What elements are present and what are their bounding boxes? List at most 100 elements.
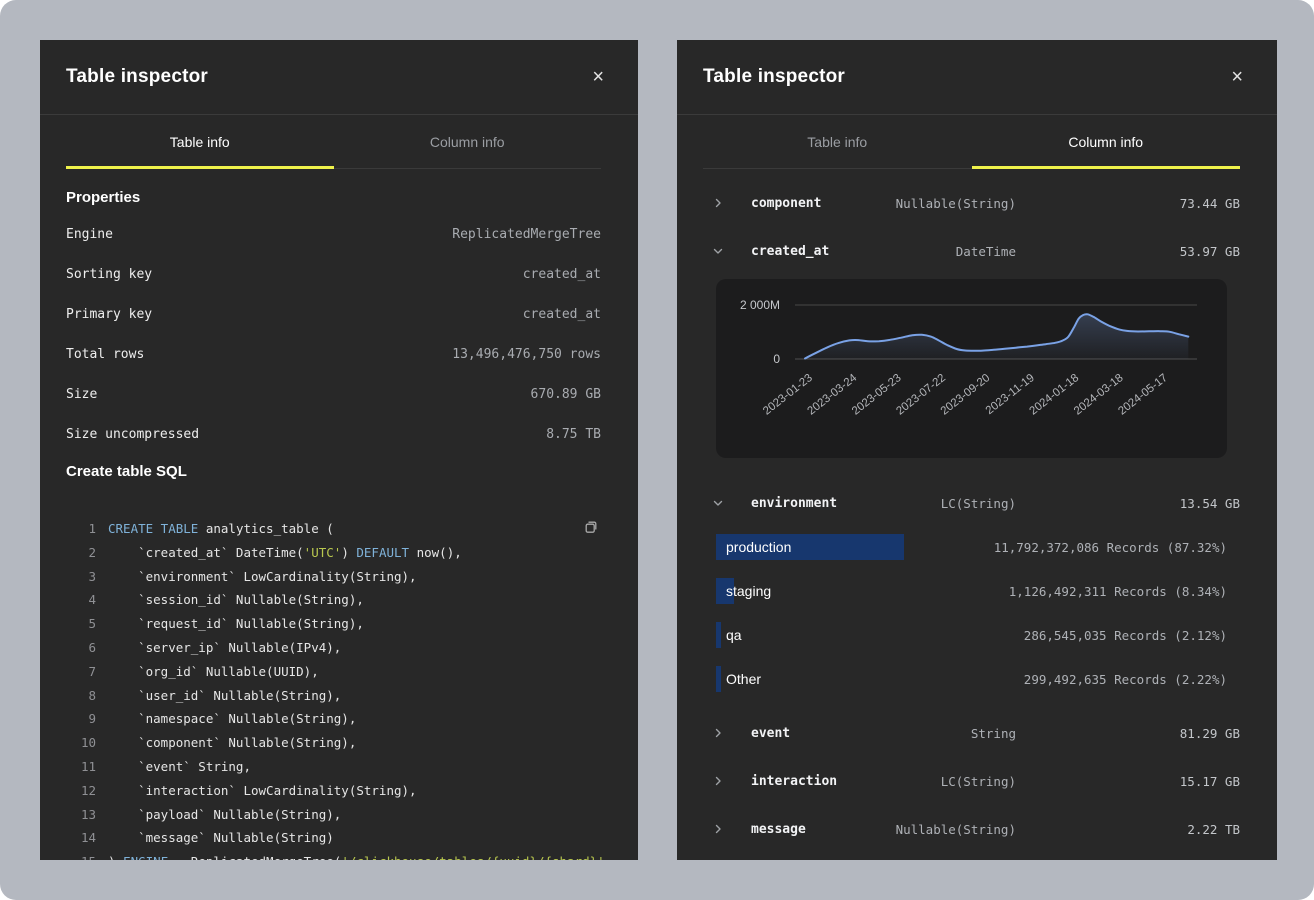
svg-text:0: 0 <box>773 352 780 366</box>
line-number: 9 <box>66 707 96 731</box>
tab-table-info[interactable]: Table info <box>66 115 334 168</box>
column-type: DateTime <box>956 244 1016 259</box>
create-table-sql-heading: Create table SQL <box>66 462 601 482</box>
code-text: `org_id` Nullable(UUID), <box>108 660 319 684</box>
column-name: created_at <box>751 244 956 259</box>
code-text: `namespace` Nullable(String), <box>108 707 356 731</box>
sql-code-line: 13 `payload` Nullable(String), <box>66 803 601 827</box>
distribution-bar: staging <box>716 578 931 604</box>
column-row-component[interactable]: component Nullable(String) 73.44 GB <box>703 179 1240 227</box>
tab-column-info[interactable]: Column info <box>334 115 602 168</box>
line-number: 10 <box>66 731 96 755</box>
distribution-row-staging: staging 1,126,492,311 Records (8.34%) <box>716 569 1227 613</box>
column-name: component <box>751 196 896 211</box>
column-row-message[interactable]: message Nullable(String) 2.22 TB <box>703 805 1240 853</box>
close-icon[interactable]: × <box>588 65 608 89</box>
column-row-created-at[interactable]: created_at DateTime 53.97 GB <box>703 227 1240 275</box>
sql-code-lines: 1CREATE TABLE analytics_table (2 `create… <box>66 517 601 860</box>
chevron-down-icon <box>703 498 751 508</box>
property-label: Primary key <box>66 307 152 322</box>
tab-bar: Table info Column info <box>703 115 1240 169</box>
column-size: 73.44 GB <box>1016 196 1240 211</box>
property-label: Size <box>66 387 97 402</box>
distribution-row-production: production 11,792,372,086 Records (87.32… <box>716 525 1227 569</box>
distribution-records: 299,492,635 Records (2.22%) <box>1024 672 1227 687</box>
created-at-distribution-chart: 2 000M02023-01-232023-03-242023-05-23202… <box>716 279 1227 458</box>
column-type: Nullable(String) <box>896 822 1016 837</box>
sql-code-line: 4 `session_id` Nullable(String), <box>66 588 601 612</box>
column-size: 53.97 GB <box>1016 244 1240 259</box>
sql-code-line: 11 `event` String, <box>66 755 601 779</box>
code-text: `message` Nullable(String) <box>108 826 334 850</box>
line-number: 2 <box>66 541 96 565</box>
code-text: ) ENGINE = ReplicatedMergeTree('/clickho… <box>108 850 612 860</box>
close-icon[interactable]: × <box>1227 65 1247 89</box>
property-row-primary-key: Primary key created_at <box>66 294 601 334</box>
column-row-interaction[interactable]: interaction LC(String) 15.17 GB <box>703 757 1240 805</box>
column-name: event <box>751 726 971 741</box>
column-row-environment[interactable]: environment LC(String) 13.54 GB <box>703 479 1240 527</box>
property-row-engine: Engine ReplicatedMergeTree <box>66 214 601 254</box>
property-value: 8.75 TB <box>546 427 601 442</box>
code-text: `payload` Nullable(String), <box>108 803 341 827</box>
chevron-right-icon <box>703 728 751 738</box>
code-text: `created_at` DateTime('UTC') DEFAULT now… <box>108 541 462 565</box>
code-text: `user_id` Nullable(String), <box>108 684 341 708</box>
tab-table-info[interactable]: Table info <box>703 115 972 168</box>
property-value: 670.89 GB <box>531 387 601 402</box>
line-number: 14 <box>66 826 96 850</box>
property-row-size-uncompressed: Size uncompressed 8.75 TB <box>66 414 601 454</box>
line-number: 15 <box>66 850 96 860</box>
property-row-size: Size 670.89 GB <box>66 374 601 414</box>
code-text: `event` String, <box>108 755 251 779</box>
copy-icon[interactable] <box>581 517 601 540</box>
distribution-row-other: Other 299,492,635 Records (2.22%) <box>716 657 1227 701</box>
line-number: 4 <box>66 588 96 612</box>
code-text: CREATE TABLE analytics_table ( <box>108 517 334 541</box>
property-value: created_at <box>523 267 601 282</box>
sql-code-line: 3 `environment` LowCardinality(String), <box>66 565 601 589</box>
svg-text:2023-09-20: 2023-09-20 <box>939 372 993 418</box>
line-number: 11 <box>66 755 96 779</box>
svg-text:2024-05-17: 2024-05-17 <box>1116 372 1170 418</box>
distribution-bar: qa <box>716 622 931 648</box>
sql-code-line: 15) ENGINE = ReplicatedMergeTree('/click… <box>66 850 601 860</box>
distribution-records: 286,545,035 Records (2.12%) <box>1024 628 1227 643</box>
distribution-label: production <box>716 539 791 555</box>
line-number: 8 <box>66 684 96 708</box>
code-text: `component` Nullable(String), <box>108 731 356 755</box>
distribution-records: 1,126,492,311 Records (8.34%) <box>1009 584 1227 599</box>
sql-code-line: 7 `org_id` Nullable(UUID), <box>66 660 601 684</box>
line-number: 6 <box>66 636 96 660</box>
dialog-title: Table inspector <box>66 66 208 88</box>
column-size: 13.54 GB <box>1016 496 1240 511</box>
distribution-row-qa: qa 286,545,035 Records (2.12%) <box>716 613 1227 657</box>
column-size: 15.17 GB <box>1016 774 1240 789</box>
distribution-label: qa <box>716 627 742 643</box>
column-type: LC(String) <box>941 496 1016 511</box>
line-number: 7 <box>66 660 96 684</box>
sql-code-line: 9 `namespace` Nullable(String), <box>66 707 601 731</box>
line-number: 5 <box>66 612 96 636</box>
properties-list: Engine ReplicatedMergeTree Sorting key c… <box>66 214 601 454</box>
column-name: environment <box>751 496 941 511</box>
column-name: message <box>751 822 896 837</box>
code-text: `interaction` LowCardinality(String), <box>108 779 417 803</box>
property-label: Engine <box>66 227 113 242</box>
sql-code-line: 14 `message` Nullable(String) <box>66 826 601 850</box>
column-type: String <box>971 726 1016 741</box>
table-inspector-dialog-table-info: Table inspector × Table info Column info… <box>40 40 638 860</box>
distribution-label: staging <box>716 583 771 599</box>
column-size: 2.22 TB <box>1016 822 1240 837</box>
column-info-panel: component Nullable(String) 73.44 GB crea… <box>677 169 1277 853</box>
property-label: Sorting key <box>66 267 152 282</box>
column-row-event[interactable]: event String 81.29 GB <box>703 709 1240 757</box>
property-row-total-rows: Total rows 13,496,476,750 rows <box>66 334 601 374</box>
chevron-right-icon <box>703 824 751 834</box>
tab-column-info[interactable]: Column info <box>972 115 1241 168</box>
chevron-down-icon <box>703 246 751 256</box>
distribution-bar: Other <box>716 666 931 692</box>
sql-code-line: 2 `created_at` DateTime('UTC') DEFAULT n… <box>66 541 601 565</box>
area-chart: 2 000M02023-01-232023-03-242023-05-23202… <box>716 279 1227 458</box>
tab-bar: Table info Column info <box>66 115 601 169</box>
